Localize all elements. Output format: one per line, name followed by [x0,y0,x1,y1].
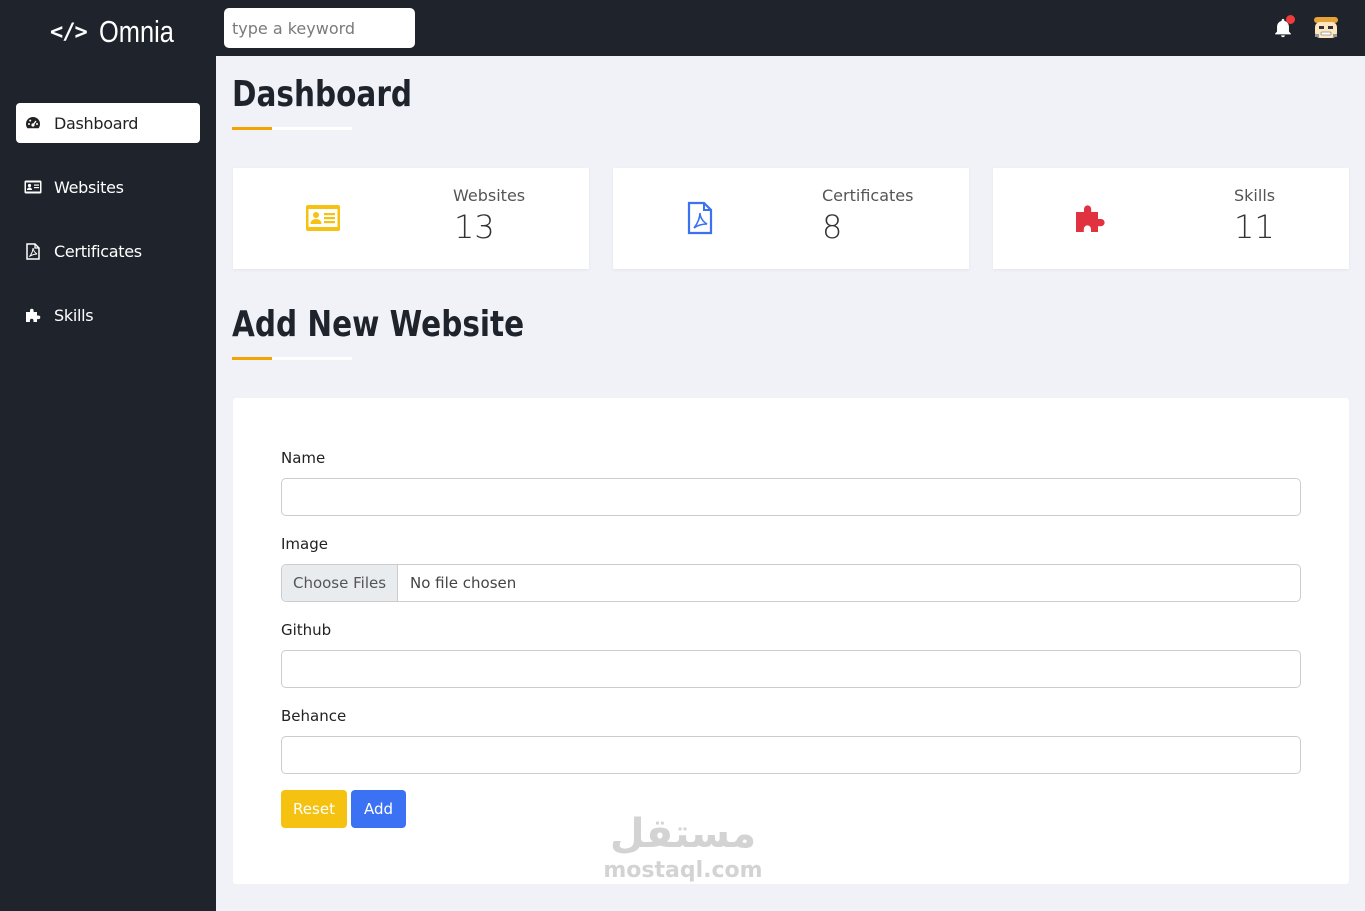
stat-value: 11 [1234,208,1275,246]
github-field[interactable] [281,650,1301,688]
sidebar-item-dashboard[interactable]: Dashboard [16,103,200,143]
stat-value: 8 [822,208,843,246]
stat-card-skills[interactable]: Skills 11 [993,168,1349,269]
stat-card-websites[interactable]: Websites 13 [233,168,589,269]
sidebar-item-label: Skills [54,305,94,325]
stat-label: Certificates [822,186,914,205]
notification-badge [1286,15,1295,24]
behance-label: Behance [281,707,347,725]
brand-name: Omnia [98,14,174,49]
image-label: Image [281,535,328,553]
sidebar: Dashboard Websites Certificates Skills [0,56,216,911]
brand-logo[interactable]: </> Omnia [50,14,190,50]
search-input[interactable] [224,8,415,48]
stat-value: 13 [454,208,495,246]
sidebar-item-label: Certificates [54,241,142,261]
sidebar-item-skills[interactable]: Skills [16,295,200,335]
code-icon: </> [50,19,88,45]
page-title: Dashboard [232,74,413,115]
gauge-icon [24,114,42,132]
avatar-icon[interactable] [1312,14,1340,42]
stat-card-certificates[interactable]: Certificates 8 [613,168,969,269]
puzzle-icon [1072,201,1108,235]
stat-label: Websites [453,186,526,205]
stat-label: Skills [1234,186,1276,205]
id-card-icon [305,201,341,235]
add-button[interactable]: Add [351,790,406,828]
reset-button[interactable]: Reset [281,790,347,828]
puzzle-icon [24,306,42,324]
sidebar-item-websites[interactable]: Websites [16,167,200,207]
file-pdf-icon [682,201,718,235]
name-label: Name [281,449,326,467]
name-field[interactable] [281,478,1301,516]
image-file-input[interactable]: Choose Files No file chosen [281,564,1301,602]
sidebar-item-certificates[interactable]: Certificates [16,231,200,271]
id-card-icon [24,178,42,196]
choose-files-button[interactable]: Choose Files [282,565,398,601]
top-bar: </> Omnia [0,0,1365,56]
sidebar-item-label: Websites [54,177,124,197]
form-title-underline [232,357,352,360]
add-website-form: Name Image Choose Files No file chosen G… [233,398,1349,884]
github-label: Github [281,621,332,639]
sidebar-item-label: Dashboard [54,113,139,133]
file-status-text: No file chosen [410,574,517,592]
title-underline [232,127,352,130]
form-title: Add New Website [232,304,525,345]
behance-field[interactable] [281,736,1301,774]
file-pdf-icon [24,242,42,260]
